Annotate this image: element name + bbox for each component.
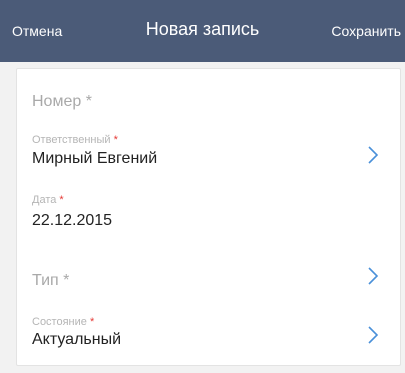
chevron-right-icon — [368, 267, 379, 285]
required-mark: * — [89, 316, 95, 328]
type-required-mark: * — [63, 272, 70, 289]
save-button[interactable]: Сохранить — [331, 22, 401, 40]
number-placeholder: Номер * — [32, 93, 92, 110]
number-required-mark: * — [85, 93, 92, 110]
form-card: Номер * Ответственный * Мирный Евгений Д… — [16, 68, 401, 366]
date-label: Дата * — [32, 194, 64, 206]
chevron-right-icon — [368, 146, 379, 164]
responsible-value: Мирный Евгений — [32, 150, 158, 167]
state-label: Состояние * — [32, 316, 95, 328]
required-mark: * — [59, 194, 64, 206]
type-field[interactable]: Тип * — [17, 247, 400, 303]
responsible-field[interactable]: Ответственный * Мирный Евгений — [17, 121, 400, 181]
responsible-label: Ответственный * — [32, 134, 118, 146]
number-field[interactable]: Номер * — [17, 69, 400, 121]
date-value: 22.12.2015 — [32, 212, 113, 229]
state-field[interactable]: Состояние * Актуальный — [17, 303, 400, 365]
state-value: Актуальный — [32, 331, 122, 348]
date-field[interactable]: Дата * 22.12.2015 — [17, 181, 400, 247]
header-bar: Отмена Новая запись Сохранить — [0, 0, 405, 62]
type-placeholder: Тип * — [32, 272, 70, 289]
chevron-right-icon — [368, 326, 379, 344]
required-mark: * — [113, 134, 118, 146]
